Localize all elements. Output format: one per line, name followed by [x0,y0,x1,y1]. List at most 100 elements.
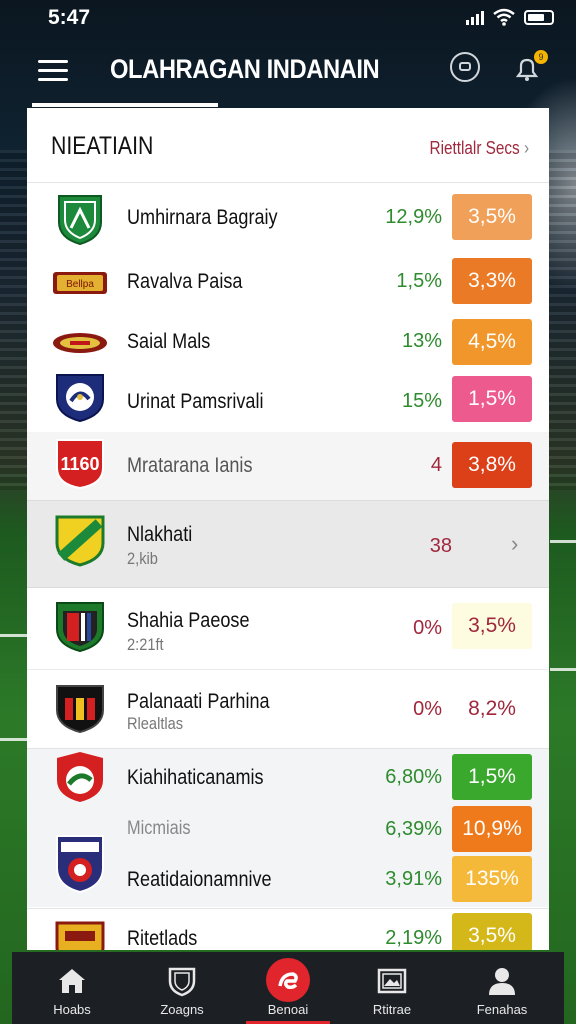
team-name: Reatidaionamnive [127,868,272,891]
list-item[interactable]: Reatidaionamnive 3,91% 135% [27,835,549,906]
team-crest-icon: Bellpa [53,272,107,294]
bottom-nav: Hoabs Zoagns Benoai Rtitrae Fenahas [12,952,564,1024]
signal-icon [466,9,484,25]
odds-badge[interactable]: 8,2% [452,686,532,732]
odds-badge[interactable]: 1,5% [452,754,532,800]
card-title: NIEATIAIN [51,132,154,160]
team-crest-icon [53,333,107,353]
crest-text: 1160 [60,454,99,474]
nav-profile[interactable]: Fenahas [452,952,552,1024]
app-bar: OLAHRAGAN INDANAIN 9 [0,36,576,106]
nav-label: Rtitrae [372,1002,412,1017]
team-crest-icon [56,835,104,894]
team-crest-icon: 1160 [56,439,104,490]
standings-card: NIEATIAIN Riettlalr Secs › Umhirnara Bag… [27,108,549,950]
list-item[interactable]: Umhirnara Bagraiy 12,9% 3,5% [27,184,549,252]
team-name: Urinat Pamsrivali [127,390,264,413]
odds-badge[interactable]: 4,5% [452,319,532,365]
team-percentage: 12,9% [385,206,442,228]
list-item[interactable]: Urinat Pamsrivali 15% 1,5% [27,372,549,432]
team-name: Ritetlads [127,927,198,950]
team-percentage: 38 [429,535,452,557]
list-item[interactable]: Saial Mals 13% 4,5% [27,314,549,372]
team-subtitle: Micmiais [127,818,191,839]
home-icon [59,969,85,993]
odds-badge[interactable]: 3,5% [452,194,532,240]
app-title: OLAHRAGAN INDANAIN [110,54,380,84]
notification-badge: 9 [534,50,548,64]
nav-home[interactable]: Hoabs [22,952,122,1024]
team-crest-icon [56,602,104,653]
team-name: Ravalva Paisa [127,270,243,293]
team-percentage: 3,91% [385,868,442,890]
shield-icon [168,967,196,997]
nav-live[interactable]: Benoai [238,952,338,1024]
team-percentage: 2,19% [385,927,442,949]
chevron-right-icon[interactable]: › [511,531,518,557]
list-item[interactable]: Kiahihaticanamis 6,80% 1,5% [27,750,549,806]
odds-badge[interactable]: 1,5% [452,376,532,422]
team-crest-icon [55,921,105,950]
nav-leagues[interactable]: Zoagns [132,952,232,1024]
list-item[interactable]: Shahia Paeose 2:21ft 0% 3,5% [27,587,549,670]
odds-badge[interactable]: 3,5% [452,913,532,950]
notification-bell-icon[interactable]: 9 [512,50,548,91]
odds-badge[interactable]: 3,3% [452,258,532,304]
pitch-line [0,738,30,741]
team-percentage: 4 [430,454,442,476]
list-item[interactable]: Ritetlads 2,19% 3,5% [27,908,549,950]
team-name: Kiahihaticanamis [127,766,264,789]
team-name: Saial Mals [127,330,211,353]
battery-icon [524,9,554,25]
team-subtitle: Rlealtlas [127,714,184,733]
nav-label: Benoai [267,1002,309,1017]
card-header: NIEATIAIN Riettlalr Secs › [27,108,549,183]
team-name: Shahia Paeose [127,609,250,632]
team-percentage: 6,39% [385,818,442,840]
sports-ball-icon [278,972,298,989]
list-item[interactable]: Bellpa Ravalva Paisa 1,5% 3,3% [27,252,549,314]
list-item-selected[interactable]: Nlakhati 2,kib 38 › [27,500,549,588]
see-all-label: Riettlalr Secs [429,138,520,158]
chevron-right-icon: › [523,138,529,158]
team-percentage: 6,80% [385,766,442,788]
crest-text: Bellpa [66,279,94,290]
team-crest-icon [55,515,105,567]
nav-media[interactable]: Rtitrae [342,952,442,1024]
pitch-line [550,668,576,671]
team-name: Nlakhati [127,523,193,546]
person-icon [489,968,515,995]
wifi-icon [493,8,515,26]
team-percentage: 13% [401,330,442,352]
team-percentage: 1,5% [396,270,442,292]
chat-icon[interactable] [450,52,480,82]
team-name: Palanaati Parhina [127,690,270,713]
status-bar: 5:47 [0,0,576,34]
list-item[interactable]: 1160 Mratarana Ianis 4 3,8% [27,432,549,500]
team-crest-icon [57,752,103,802]
odds-badge[interactable]: 135% [452,856,532,902]
odds-badge[interactable]: 10,9% [452,806,532,852]
team-subtitle: 2,kib [127,549,158,568]
nav-label: Zoagns [160,1002,204,1017]
odds-badge[interactable]: 3,8% [452,442,532,488]
nav-label: Fenahas [476,1002,528,1017]
team-name: Mratarana Ianis [127,454,253,477]
team-crest-icon [56,374,104,423]
team-crest-icon [56,685,104,734]
status-time: 5:47 [48,6,91,29]
menu-icon[interactable] [38,60,68,82]
team-subtitle: 2:21ft [127,635,164,654]
see-all-link[interactable]: Riettlalr Secs › [430,138,529,159]
list-item[interactable]: Palanaati Parhina Rlealtlas 0% 8,2% [27,670,549,748]
pitch-line [0,634,30,637]
team-percentage: 0% [413,698,442,720]
image-frame-icon [377,968,407,994]
team-name: Umhirnara Bagraiy [127,206,278,229]
pitch-line [550,540,576,543]
odds-badge[interactable]: 3,5% [452,603,532,649]
team-percentage: 0% [413,617,442,639]
nav-label: Hoabs [53,1002,91,1017]
team-crest-icon [58,195,102,246]
team-percentage: 15% [401,390,442,412]
